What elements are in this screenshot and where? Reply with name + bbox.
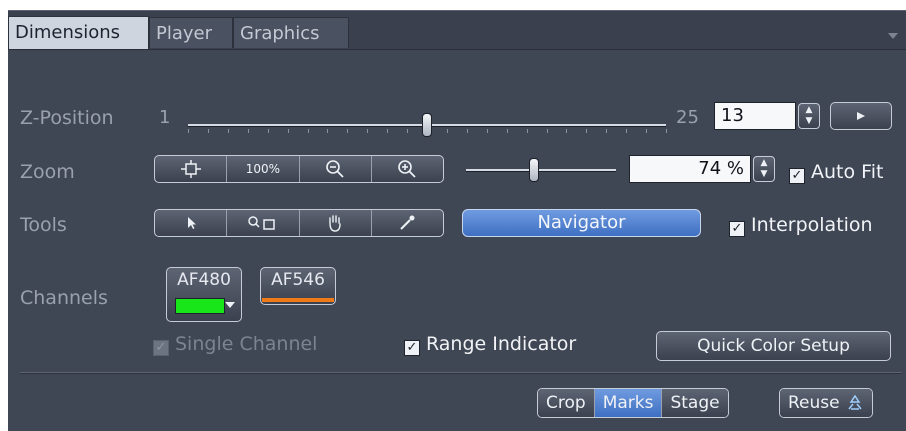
zposition-tick [526,129,528,133]
hand-icon [329,215,341,232]
zposition-tick [347,129,349,133]
hand-tool-button[interactable] [300,210,372,236]
zposition-tick [646,129,648,133]
zposition-tick [446,129,448,133]
zposition-tick [188,129,189,133]
interpolation-check-icon: ✓ [729,221,745,237]
quick-color-setup-button[interactable]: Quick Color Setup [656,331,891,361]
zoom-value-field[interactable]: 74 % [629,155,751,183]
zposition-tick [267,129,269,133]
auto-fit-label: Auto Fit [811,161,884,183]
marks-button[interactable]: Marks [594,389,663,417]
tab-dimensions[interactable]: Dimensions [8,16,149,49]
section-divider [20,372,902,374]
zoom-in-button[interactable] [372,156,443,182]
recycle-icon [848,394,862,410]
channel-af546-color-bar [262,298,334,302]
magnify-rect-icon [248,216,275,230]
zoom-label: Zoom [20,161,75,183]
zposition-tick [466,129,468,133]
tools-button-group [154,209,444,237]
navigator-button[interactable]: Navigator [462,209,701,237]
zposition-tick [566,129,568,133]
play-button[interactable] [830,102,892,130]
pointer-tool-button[interactable] [155,210,228,236]
single-channel-label: Single Channel [175,333,318,355]
reuse-button-wrapper: Reuse [779,388,873,418]
zposition-tick [546,129,548,133]
reuse-button[interactable]: Reuse [780,389,872,417]
zoom-button-group: 100% [154,155,444,183]
auto-fit-checkbox[interactable]: ✓ Auto Fit [789,161,883,184]
zposition-label: Z-Position [20,107,114,129]
zoom-100-button[interactable]: 100% [227,156,300,182]
zoom-out-button[interactable] [300,156,372,182]
zposition-tick [506,129,508,133]
view-mode-button-group: Crop Marks Stage [537,388,729,418]
channel-af480-name: AF480 [177,270,231,290]
zposition-tick [287,129,289,133]
zposition-min: 1 [159,107,171,128]
crop-button[interactable]: Crop [538,389,595,417]
dimensions-panel: Dimensions Player Graphics Z-Position 1 … [8,10,906,431]
zposition-tick [586,129,588,133]
range-indicator-label: Range Indicator [426,333,577,355]
tab-bar: Dimensions Player Graphics [8,11,906,50]
eyedropper-tool-button[interactable] [372,210,443,236]
channel-af546-name: AF546 [271,270,325,290]
interpolation-label: Interpolation [751,214,873,236]
interpolation-checkbox[interactable]: ✓ Interpolation [729,214,873,237]
fit-icon [180,160,201,178]
channel-af480-color-swatch[interactable] [175,298,225,314]
magnify-rect-tool-button[interactable] [227,210,300,236]
channel-af480-dropdown-icon[interactable] [225,302,235,308]
zoom-slider-track[interactable] [466,169,616,172]
zposition-tick [606,129,608,133]
reuse-label: Reuse [788,393,840,413]
zposition-spinner[interactable]: ▲ ▼ [798,103,820,129]
zoom-slider-thumb[interactable] [528,158,539,182]
stage-button[interactable]: Stage [662,389,728,417]
tools-label: Tools [20,214,67,236]
pointer-icon [187,217,196,229]
zposition-tick [327,129,329,133]
auto-fit-check-icon: ✓ [789,168,805,184]
eyedropper-icon [400,215,415,230]
zposition-tick [307,129,309,133]
range-indicator-checkbox[interactable]: ✓ Range Indicator [404,333,576,356]
zposition-slider-thumb[interactable] [422,113,432,137]
zoom-out-icon [326,160,344,178]
single-channel-checkbox: ✓ Single Channel [153,333,317,356]
zoom-spinner[interactable]: ▲ ▼ [753,156,775,182]
range-indicator-check-icon: ✓ [404,340,420,356]
tab-graphics[interactable]: Graphics [233,17,349,48]
zposition-tick [367,129,369,133]
zposition-tick [387,129,389,133]
channel-af480[interactable]: AF480 [166,267,242,322]
zposition-tick [227,129,229,133]
channel-af546[interactable]: AF546 [260,267,336,305]
zposition-tick [207,129,209,133]
zposition-tick [247,129,249,133]
play-icon [857,112,865,120]
zposition-max: 25 [676,107,699,128]
single-channel-check-icon: ✓ [153,340,169,356]
zposition-value-field[interactable]: 13 [714,102,796,130]
zposition-tick [666,129,667,133]
zposition-tick [486,129,488,133]
zoom-in-icon [398,160,417,178]
channels-label: Channels [20,287,108,309]
tab-player[interactable]: Player [149,17,233,48]
zposition-tick [407,129,409,133]
fit-button[interactable] [155,156,228,182]
zposition-tick [626,129,628,133]
tab-menu-arrow-icon[interactable] [888,33,898,39]
